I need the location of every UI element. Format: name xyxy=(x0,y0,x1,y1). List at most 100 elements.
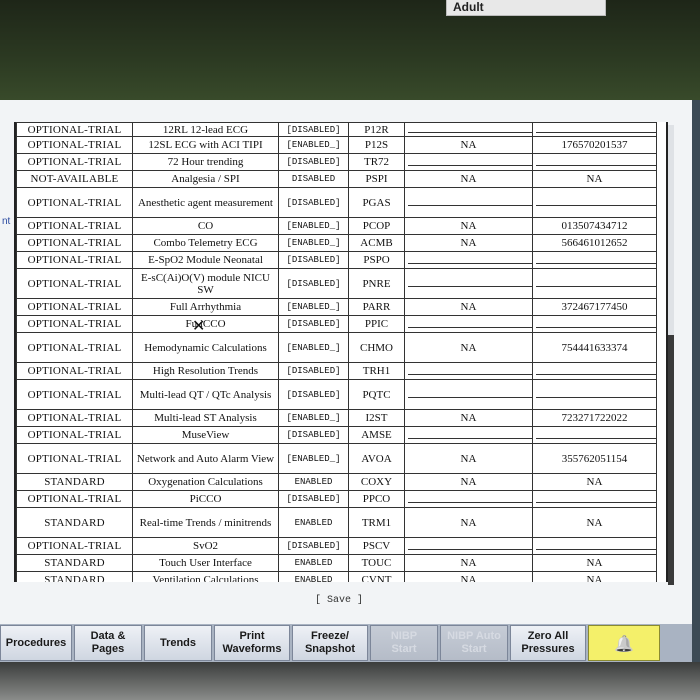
row-status: OPTIONAL-TRIAL xyxy=(16,409,133,427)
row-status: OPTIONAL-TRIAL xyxy=(16,122,133,137)
row-value xyxy=(532,268,657,299)
row-value xyxy=(532,426,657,444)
row-enable-state: [ENABLED_] xyxy=(278,217,349,235)
table-row[interactable]: OPTIONAL-TRIAL 12SL ECG with ACI TIPI [ENA… xyxy=(16,136,657,154)
row-code: PSCV xyxy=(348,537,405,555)
row-option-name: SvO2 xyxy=(132,537,279,555)
table-row[interactable]: STANDARD Touch User Interface ENABLED TOUC N… xyxy=(16,554,657,572)
row-key: NA xyxy=(404,332,533,363)
row-value: 372467177450 xyxy=(532,298,657,316)
row-code: PARR xyxy=(348,298,405,316)
row-enable-state: [ENABLED_] xyxy=(278,298,349,316)
row-key xyxy=(404,490,533,508)
save-button[interactable]: [ Save ] xyxy=(304,593,374,609)
row-enable-state: [DISABLED] xyxy=(278,122,349,137)
patient-type-label: Adult xyxy=(446,0,606,16)
table-row[interactable]: OPTIONAL-TRIAL Multi-lead QT / QTc Analys… xyxy=(16,379,657,410)
row-code: PPCO xyxy=(348,490,405,508)
softkey-0[interactable]: Procedures xyxy=(0,625,72,661)
softkey-4[interactable]: Freeze/ Snapshot xyxy=(292,625,368,661)
row-enable-state: [ENABLED_] xyxy=(278,136,349,154)
row-status: OPTIONAL-TRIAL xyxy=(16,136,133,154)
row-code: TR72 xyxy=(348,153,405,171)
row-value: NA xyxy=(532,507,657,538)
softkey-3[interactable]: Print Waveforms xyxy=(214,625,290,661)
blank-line xyxy=(408,540,532,550)
blank-line xyxy=(408,429,532,439)
softkey-7[interactable]: Zero All Pressures xyxy=(510,625,586,661)
row-value xyxy=(532,187,657,218)
blank-line xyxy=(536,196,656,206)
scrollbar-thumb[interactable] xyxy=(668,335,674,585)
table-row[interactable]: STANDARD Real-time Trends / minitrends ENA… xyxy=(16,507,657,538)
row-option-name: Ventilation Calculations xyxy=(132,571,279,582)
table-row[interactable]: OPTIONAL-TRIAL Network and Auto Alarm Vie… xyxy=(16,443,657,474)
table-row[interactable]: OPTIONAL-TRIAL E-SpO2 Module Neonatal [DIS… xyxy=(16,251,657,269)
row-value: NA xyxy=(532,473,657,491)
table-row[interactable]: OPTIONAL-TRIAL Fu iCCO [DISABLED] PPIC xyxy=(16,315,657,333)
blank-line xyxy=(536,156,656,166)
row-status: OPTIONAL-TRIAL xyxy=(16,234,133,252)
row-option-name: PiCCO xyxy=(132,490,279,508)
software-options-table: OPTIONAL-TRIAL 12RL 12-lead ECG [DISABLED]… xyxy=(14,122,668,582)
row-key xyxy=(404,362,533,380)
alarm-silence-button[interactable]: 🔔 xyxy=(588,625,660,661)
row-enable-state: [DISABLED] xyxy=(278,490,349,508)
row-code: P12S xyxy=(348,136,405,154)
table-row[interactable]: OPTIONAL-TRIAL PiCCO [DISABLED] PPCO xyxy=(16,490,657,508)
row-status: STANDARD xyxy=(16,507,133,538)
row-status: OPTIONAL-TRIAL xyxy=(16,187,133,218)
row-status: OPTIONAL-TRIAL xyxy=(16,332,133,363)
softkey-5[interactable]: NIBP Start xyxy=(370,625,438,661)
row-option-name: Combo Telemetry ECG xyxy=(132,234,279,252)
table-row[interactable]: OPTIONAL-TRIAL Anesthetic agent measureme… xyxy=(16,187,657,218)
row-key xyxy=(404,268,533,299)
softkey-2[interactable]: Trends xyxy=(144,625,212,661)
row-value: 723271722022 xyxy=(532,409,657,427)
row-enable-state: DISABLED xyxy=(278,170,349,188)
monitor-top-bezel: Adult xyxy=(0,0,700,100)
table-row[interactable]: OPTIONAL-TRIAL Hemodynamic Calculations [E… xyxy=(16,332,657,363)
softkey-6[interactable]: NIBP Auto Start xyxy=(440,625,508,661)
blank-line xyxy=(408,124,532,133)
row-option-name: Oxygenation Calculations xyxy=(132,473,279,491)
table-row[interactable]: OPTIONAL-TRIAL Full Arrhythmia [ENABLED_] P… xyxy=(16,298,657,316)
row-option-name: Multi-lead ST Analysis xyxy=(132,409,279,427)
table-row[interactable]: OPTIONAL-TRIAL E-sC(Ai)O(V) module NICU S… xyxy=(16,268,657,299)
row-key xyxy=(404,153,533,171)
cursor-x-icon: ✕ xyxy=(192,316,206,335)
blank-line xyxy=(536,493,656,503)
blank-line xyxy=(408,365,532,375)
table-row[interactable]: OPTIONAL-TRIAL CO [ENABLED_] PCOP NA 01350743… xyxy=(16,217,657,235)
table-row[interactable]: NOT-AVAILABLE Analgesia / SPI DISABLED PSPI… xyxy=(16,170,657,188)
row-code: I2ST xyxy=(348,409,405,427)
row-code: PNRE xyxy=(348,268,405,299)
table-scrollbar[interactable] xyxy=(668,125,674,585)
table-row[interactable]: OPTIONAL-TRIAL 72 Hour trending [DISABLED]… xyxy=(16,153,657,171)
monitor-right-bezel xyxy=(692,100,700,670)
row-option-name: Analgesia / SPI xyxy=(132,170,279,188)
row-option-name: Network and Auto Alarm View xyxy=(132,443,279,474)
row-value: 176570201537 xyxy=(532,136,657,154)
blank-line xyxy=(536,429,656,439)
row-key: NA xyxy=(404,473,533,491)
row-key xyxy=(404,122,533,137)
blank-line xyxy=(536,388,656,398)
row-status: OPTIONAL-TRIAL xyxy=(16,217,133,235)
table-row[interactable]: OPTIONAL-TRIAL Multi-lead ST Analysis [ENA… xyxy=(16,409,657,427)
row-option-name: CO xyxy=(132,217,279,235)
table-row[interactable]: OPTIONAL-TRIAL SvO2 [DISABLED] PSCV xyxy=(16,537,657,555)
table-row[interactable]: OPTIONAL-TRIAL Combo Telemetry ECG [ENABLE… xyxy=(16,234,657,252)
row-code: AMSE xyxy=(348,426,405,444)
row-key: NA xyxy=(404,554,533,572)
row-value: 013507434712 xyxy=(532,217,657,235)
row-code: CHMO xyxy=(348,332,405,363)
row-value xyxy=(532,122,657,137)
softkey-1[interactable]: Data & Pages xyxy=(74,625,142,661)
blank-line xyxy=(408,318,532,328)
row-value xyxy=(532,490,657,508)
table-row[interactable]: OPTIONAL-TRIAL High Resolution Trends [DIS… xyxy=(16,362,657,380)
table-row[interactable]: OPTIONAL-TRIAL MuseView [DISABLED] AMSE xyxy=(16,426,657,444)
table-row[interactable]: STANDARD Ventilation Calculations ENABLED C… xyxy=(16,571,657,582)
table-row[interactable]: STANDARD Oxygenation Calculations ENABLED C… xyxy=(16,473,657,491)
